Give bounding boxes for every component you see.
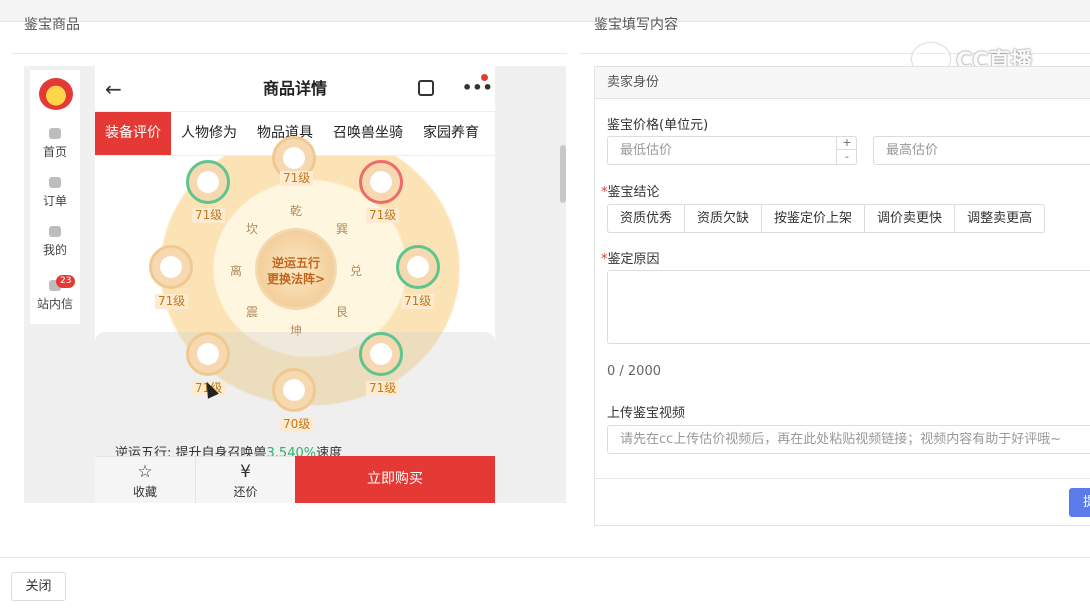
trigram: 巽 [336, 222, 349, 236]
formation-node[interactable] [186, 160, 230, 204]
mail-badge: 23 [56, 275, 76, 288]
trigram: 艮 [336, 305, 349, 319]
yen-icon: ¥ [240, 462, 251, 482]
tab-equipment[interactable]: 装备评价 [95, 112, 171, 155]
formation-name: 逆运五行 [271, 256, 320, 270]
node-level: 70级 [280, 417, 314, 432]
effect-description: 逆运五行: 提升自身召唤兽3.540%速度 [115, 444, 485, 456]
notification-dot [481, 74, 488, 81]
form-section-header: 卖家身份 [595, 67, 1090, 99]
node-level: 71级 [280, 171, 314, 186]
min-price-input[interactable]: 最低估价 [607, 136, 857, 165]
formation-node[interactable] [396, 245, 440, 289]
favorite-label: 收藏 [132, 485, 157, 499]
desc-text: 速度 [316, 446, 343, 456]
trigram: 兑 [350, 264, 363, 278]
nav-item-mine[interactable]: 我的 [30, 226, 80, 258]
favorite-button[interactable]: ☆ 收藏 [95, 456, 195, 503]
formation-node[interactable] [272, 368, 316, 412]
trigram: 乾 [290, 204, 303, 218]
tab-cultivation[interactable]: 人物修为 [171, 112, 247, 155]
increment-icon[interactable]: + [837, 136, 857, 150]
nav-item-orders[interactable]: 订单 [30, 177, 80, 209]
formation-node[interactable] [149, 245, 193, 289]
reason-label-text: 鉴定原因 [607, 252, 660, 267]
conclusion-options: 资质优秀 资质欠缺 按鉴定价上架 调价卖更快 调整卖更高 [607, 204, 1046, 233]
char-counter: 0 / 2000 [607, 364, 661, 379]
min-price-stepper[interactable]: + - [836, 136, 857, 165]
bargain-label: 还价 [233, 485, 258, 499]
formation-node[interactable] [186, 332, 230, 376]
max-price-input[interactable]: 最高估价 [873, 136, 1090, 165]
node-level: 71级 [366, 381, 400, 396]
option-lacking[interactable]: 资质欠缺 [685, 205, 763, 232]
nav-label: 站内信 [36, 297, 73, 311]
divider [595, 478, 1090, 479]
decrement-icon[interactable]: - [837, 150, 857, 164]
footer-divider [0, 557, 1090, 558]
formation-node[interactable] [359, 332, 403, 376]
nav-label: 订单 [42, 194, 67, 208]
desc-text: 逆运五行: 提升自身召唤兽 [115, 446, 267, 456]
trigram: 离 [230, 264, 243, 278]
desc-highlight: 3.540% [266, 446, 317, 456]
node-level: 71级 [192, 208, 226, 223]
nav-label: 我的 [42, 243, 67, 257]
node-level: 71级 [401, 294, 435, 309]
price-label: 鉴宝价格(单位元) [607, 118, 709, 133]
nav-label: 首页 [42, 145, 67, 159]
right-section-title: 鉴宝填写内容 [594, 17, 678, 33]
bargain-button[interactable]: ¥ 还价 [195, 456, 295, 503]
close-button[interactable]: 关闭 [11, 572, 66, 601]
home-icon [49, 128, 61, 139]
trigram: 坎 [246, 222, 259, 236]
formation-node[interactable] [359, 160, 403, 204]
app-logo-icon [39, 78, 73, 110]
share-icon[interactable] [418, 80, 434, 96]
reason-textarea[interactable] [607, 270, 1090, 344]
tab-home[interactable]: 家园养育 [413, 112, 489, 155]
video-label: 上传鉴宝视频 [607, 406, 686, 421]
divider [12, 53, 567, 54]
conclusion-label-text: 鉴宝结论 [607, 185, 660, 200]
star-icon: ☆ [137, 462, 153, 482]
trigram: 震 [246, 305, 259, 319]
scrollbar[interactable] [560, 145, 566, 203]
change-formation-button[interactable]: 逆运五行 更换法阵> [255, 228, 337, 310]
video-link-input[interactable]: 请先在cc上传估价视频后，再在此处粘贴视频链接；视频内容有助于好评哦~ [607, 425, 1090, 454]
submit-button[interactable]: 提 [1069, 488, 1090, 517]
left-section-title: 鉴宝商品 [24, 17, 80, 33]
top-strip [0, 0, 1090, 22]
option-list-at-price[interactable]: 按鉴定价上架 [762, 205, 866, 232]
option-excellent[interactable]: 资质优秀 [608, 205, 686, 232]
tab-summons[interactable]: 召唤兽坐骑 [323, 112, 413, 155]
page-title: 商品详情 [262, 79, 327, 98]
user-icon [49, 226, 61, 237]
submit-label: 提 [1083, 495, 1090, 510]
conclusion-label: *鉴宝结论 [601, 185, 660, 200]
formation-change-link: 更换法阵> [266, 272, 326, 286]
order-icon [49, 177, 61, 188]
reason-label: *鉴定原因 [601, 252, 660, 267]
more-icon[interactable]: ••• [462, 80, 493, 96]
nav-item-home[interactable]: 首页 [30, 128, 80, 160]
buy-now-button[interactable]: 立即购买 [295, 456, 495, 503]
option-sell-higher[interactable]: 调整卖更高 [955, 205, 1044, 232]
node-level: 71级 [366, 208, 400, 223]
node-level: 71级 [155, 294, 189, 309]
option-sell-faster[interactable]: 调价卖更快 [865, 205, 956, 232]
